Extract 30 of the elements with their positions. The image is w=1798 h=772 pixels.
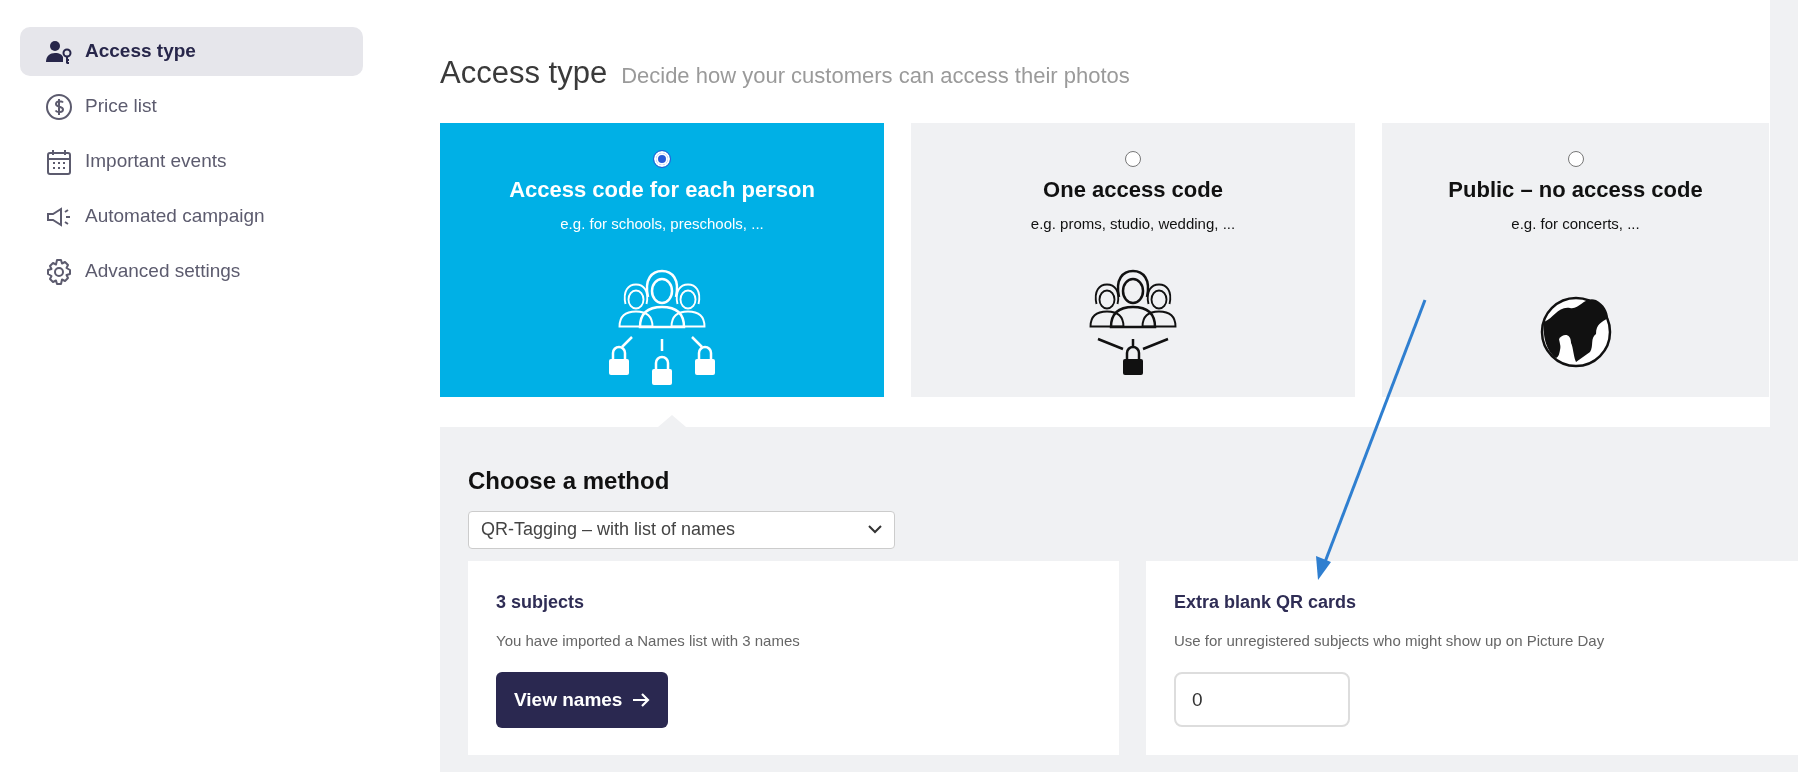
dollar-icon	[45, 92, 73, 121]
calendar-icon	[45, 147, 73, 176]
page-subtitle: Decide how your customers can access their photos	[621, 62, 1130, 90]
card-title: 3 subjects	[496, 590, 586, 614]
page-title: Access type	[440, 54, 608, 92]
sidebar-item[interactable]: Important events	[20, 137, 363, 186]
arrow-right-icon	[632, 692, 651, 708]
option-description: e.g. for concerts, ...	[1511, 213, 1640, 234]
card-title: Extra blank QR cards	[1174, 590, 1358, 614]
input-field[interactable]: 0	[1174, 672, 1350, 727]
option-description: e.g. for schools, preschools, ...	[560, 213, 764, 234]
radio-button[interactable]	[1567, 150, 1584, 167]
method-select[interactable]: QR-Tagging – with list of names	[468, 510, 895, 549]
option-title: One access code	[1043, 175, 1223, 204]
view-names-button[interactable]: View names	[496, 672, 669, 728]
sidebar-item[interactable]: Price list	[20, 82, 363, 131]
settings-icon	[45, 257, 73, 286]
section-heading: Choose a method	[468, 465, 671, 496]
option-title: Public – no access code	[1448, 175, 1703, 204]
chevron-down-icon	[868, 525, 882, 534]
card-text: You have imported a Names list with 3 names	[496, 630, 801, 651]
card-text: Use for unregistered subjects who might show up on Picture Day	[1174, 630, 1606, 651]
sidebar-item[interactable]: Access type	[20, 27, 363, 76]
option-title: Access code for each person	[509, 175, 815, 204]
radio-button[interactable]	[1125, 150, 1141, 167]
access-option-card[interactable]: One access code e.g. proms, studio, wedding, ...	[911, 122, 1355, 397]
sidebar-item[interactable]: Advanced settings	[20, 247, 363, 296]
option-description: e.g. proms, studio, wedding, ...	[1030, 213, 1236, 234]
sidebar-item[interactable]: Automated campaign	[20, 192, 363, 241]
access-option-card[interactable]: Public – no access code e.g. for concerts, ...	[1382, 122, 1769, 397]
